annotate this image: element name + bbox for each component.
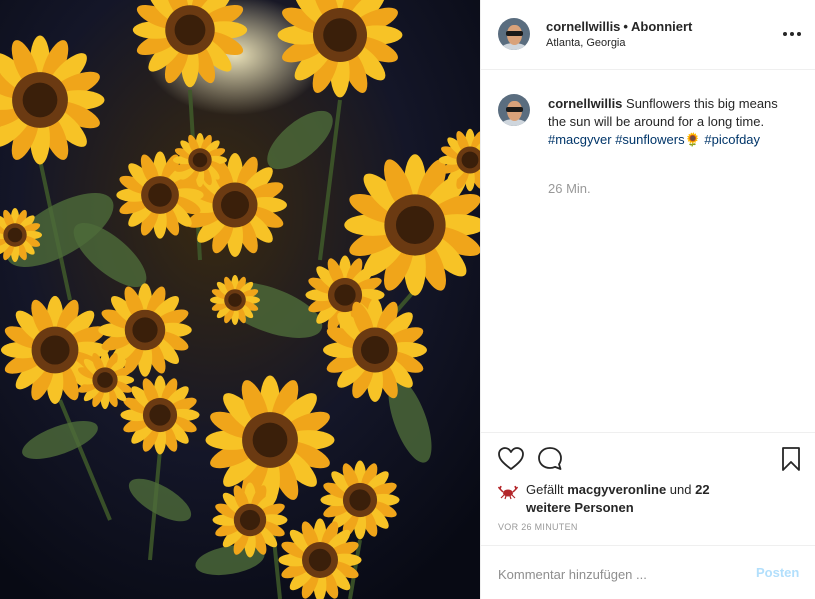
post-header: cornellwillis • Abonniert Atlanta, Georgia [481, 0, 815, 70]
caption-text: cornellwillis Sunflowers this big means … [548, 95, 788, 149]
location-link[interactable]: Atlanta, Georgia [546, 37, 626, 49]
caption-username[interactable]: cornellwillis [548, 96, 622, 111]
likes-text: Gefällt macgyveronline und 22 weitere Pe… [526, 481, 736, 517]
hashtag-link[interactable]: #sunflowers [615, 132, 684, 147]
header-user-line: cornellwillis • Abonniert [546, 19, 692, 34]
caption-time: 26 Min. [548, 181, 591, 196]
comment-bar: Posten [481, 545, 815, 599]
avatar[interactable] [498, 94, 530, 126]
likes-suffix: und [666, 482, 696, 497]
post-button[interactable]: Posten [756, 565, 799, 580]
liker-username[interactable]: macgyveronline [567, 482, 666, 497]
bookmark-icon[interactable] [777, 445, 805, 473]
sunflowers-image [0, 0, 480, 599]
hashtag-link[interactable]: #picofday [704, 132, 760, 147]
follow-status[interactable]: Abonniert [631, 19, 692, 34]
comment-input[interactable] [498, 564, 728, 584]
comment-icon[interactable] [536, 445, 564, 473]
username-link[interactable]: cornellwillis [546, 19, 620, 34]
likes-prefix: Gefällt [526, 482, 568, 497]
post-photo[interactable] [0, 0, 480, 599]
hashtag-link[interactable]: #macgyver [548, 132, 612, 147]
post-actions: Gefällt macgyveronline und 22 weitere Pe… [481, 432, 815, 599]
post-sidebar: cornellwillis • Abonniert Atlanta, Georgia… [480, 0, 815, 599]
avatar[interactable] [498, 18, 530, 50]
heart-icon[interactable] [497, 445, 525, 473]
separator-dot: • [623, 19, 628, 34]
more-options-icon[interactable] [781, 24, 803, 44]
sunflower-emoji: 🌻 [684, 132, 701, 147]
post-timestamp[interactable]: VOR 26 MINUTEN [498, 522, 578, 532]
crab-icon[interactable] [497, 481, 519, 501]
